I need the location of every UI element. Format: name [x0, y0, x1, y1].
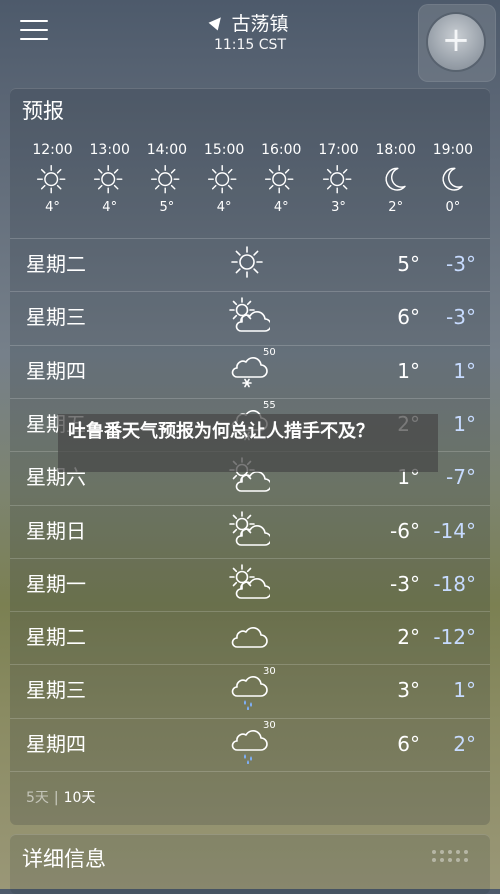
- high-temp: -6°: [390, 518, 420, 543]
- forecast-range-toggle: 5天 | 10天: [26, 790, 96, 806]
- high-temp: 6°: [397, 731, 420, 756]
- sun-icon: [36, 164, 65, 194]
- cloudy-icon: [231, 627, 268, 648]
- hourly-item: 19:00 0°: [424, 140, 481, 217]
- hourly-time: 19:00: [432, 142, 474, 158]
- low-temp: 1°: [453, 678, 476, 703]
- daily-row[interactable]: 星期日 -6° -14°: [10, 505, 490, 558]
- high-temp: 2°: [397, 625, 420, 650]
- low-temp: 2°: [453, 731, 476, 756]
- sun-icon: [93, 164, 123, 194]
- hourly-time: 13:00: [89, 142, 130, 158]
- hourly-temp: 4°: [102, 200, 118, 215]
- partly-cloudy-icon: [229, 510, 270, 546]
- plus-icon: +: [441, 20, 471, 60]
- daily-row[interactable]: 星期三 30 3° 1°: [10, 664, 490, 717]
- hourly-temp: 4°: [216, 200, 232, 215]
- high-temp: -3°: [390, 571, 420, 596]
- hourly-temp: 5°: [159, 200, 175, 215]
- hourly-temp: 0°: [445, 200, 461, 215]
- forecast-title: 预报: [22, 99, 64, 123]
- hourly-temp: 2°: [388, 200, 404, 215]
- sun-icon: [150, 164, 180, 194]
- hourly-item: 13:00 4°: [81, 140, 138, 217]
- article-title-overlay: 吐鲁番天气预报为何总让人措手不及？: [58, 414, 438, 472]
- local-time: 11:15 CST: [213, 37, 286, 53]
- low-temp: -18°: [433, 571, 476, 596]
- day-name: 星期二: [26, 252, 86, 276]
- daily-row[interactable]: 星期三 6° -3°: [10, 291, 490, 344]
- precip-chance: 30: [263, 666, 276, 678]
- precip-chance: 50: [263, 346, 276, 358]
- location-name: 古荡镇: [231, 13, 289, 35]
- location-header[interactable]: 古荡镇 11:15 CST: [150, 12, 350, 54]
- high-temp: 3°: [397, 678, 420, 703]
- hourly-temp: 3°: [331, 200, 346, 215]
- hourly-time: 12:00: [32, 142, 73, 158]
- details-title: 详细信息: [22, 847, 106, 871]
- day-name: 星期一: [26, 571, 86, 596]
- partly-cloudy-icon: [229, 563, 270, 599]
- day-name: 星期四: [26, 731, 86, 756]
- moon-icon: [442, 167, 463, 191]
- details-panel[interactable]: 详细信息: [10, 834, 490, 894]
- high-temp: 6°: [397, 305, 420, 330]
- daily-row[interactable]: 星期四 50 1° 1°: [10, 345, 490, 398]
- hourly-item: 16:00 4°: [253, 140, 310, 217]
- hourly-item: 15:00 4°: [196, 140, 253, 217]
- day-name: 星期三: [26, 678, 86, 703]
- day-name: 星期四: [26, 358, 86, 383]
- menu-icon[interactable]: [20, 20, 48, 42]
- daily-row[interactable]: 星期二 5° -3°: [10, 238, 490, 291]
- low-temp: -12°: [433, 625, 476, 650]
- divider: [10, 771, 490, 772]
- add-location-button[interactable]: +: [428, 14, 484, 70]
- hourly-item: 12:00 4°: [24, 140, 81, 217]
- hourly-temp: 4°: [45, 200, 60, 215]
- day-name: 星期二: [26, 625, 86, 650]
- high-temp: 1°: [397, 358, 420, 383]
- day-name: 星期三: [26, 305, 86, 330]
- low-temp: 1°: [453, 411, 476, 436]
- precip-chance: 30: [263, 719, 276, 731]
- hourly-item: 14:00 5°: [138, 140, 195, 217]
- article-title: 吐鲁番天气预报为何总让人措手不及？: [68, 421, 374, 442]
- high-temp: 5°: [397, 252, 420, 276]
- low-temp: -3°: [446, 252, 476, 276]
- day-name: 星期日: [26, 518, 86, 543]
- top-bar: 古荡镇 11:15 CST +: [0, 0, 500, 82]
- low-temp: -14°: [433, 518, 476, 543]
- hourly-time: 14:00: [146, 142, 188, 158]
- hourly-time: 15:00: [203, 142, 245, 158]
- range-5-days[interactable]: 5天: [26, 790, 49, 806]
- sun-icon: [208, 164, 237, 194]
- low-temp: 1°: [453, 358, 476, 383]
- precip-chance: 55: [263, 399, 276, 411]
- add-location-button-frame: +: [418, 4, 496, 82]
- low-temp: -7°: [446, 465, 476, 490]
- sun-icon: [322, 164, 351, 194]
- sun-icon: [231, 246, 263, 278]
- hourly-item: 17:00 3°: [310, 140, 367, 217]
- low-temp: -3°: [446, 305, 476, 330]
- hourly-time: 16:00: [261, 142, 302, 158]
- location-arrow-icon: [209, 13, 226, 31]
- sun-icon: [265, 164, 294, 194]
- hourly-item: 18:00 2°: [367, 140, 424, 217]
- hourly-time: 18:00: [375, 142, 416, 158]
- partly-cloudy-icon: [229, 297, 270, 333]
- hourly-time: 17:00: [318, 142, 359, 158]
- daily-row[interactable]: 星期一 -3° -18°: [10, 558, 490, 611]
- range-10-days[interactable]: 10天: [64, 790, 96, 806]
- hourly-temp: 4°: [273, 200, 289, 215]
- daily-row[interactable]: 星期二 2° -12°: [10, 611, 490, 664]
- moon-icon: [385, 167, 406, 191]
- dots-icon: [432, 850, 468, 862]
- daily-row[interactable]: 星期四 30 6° 2°: [10, 718, 490, 771]
